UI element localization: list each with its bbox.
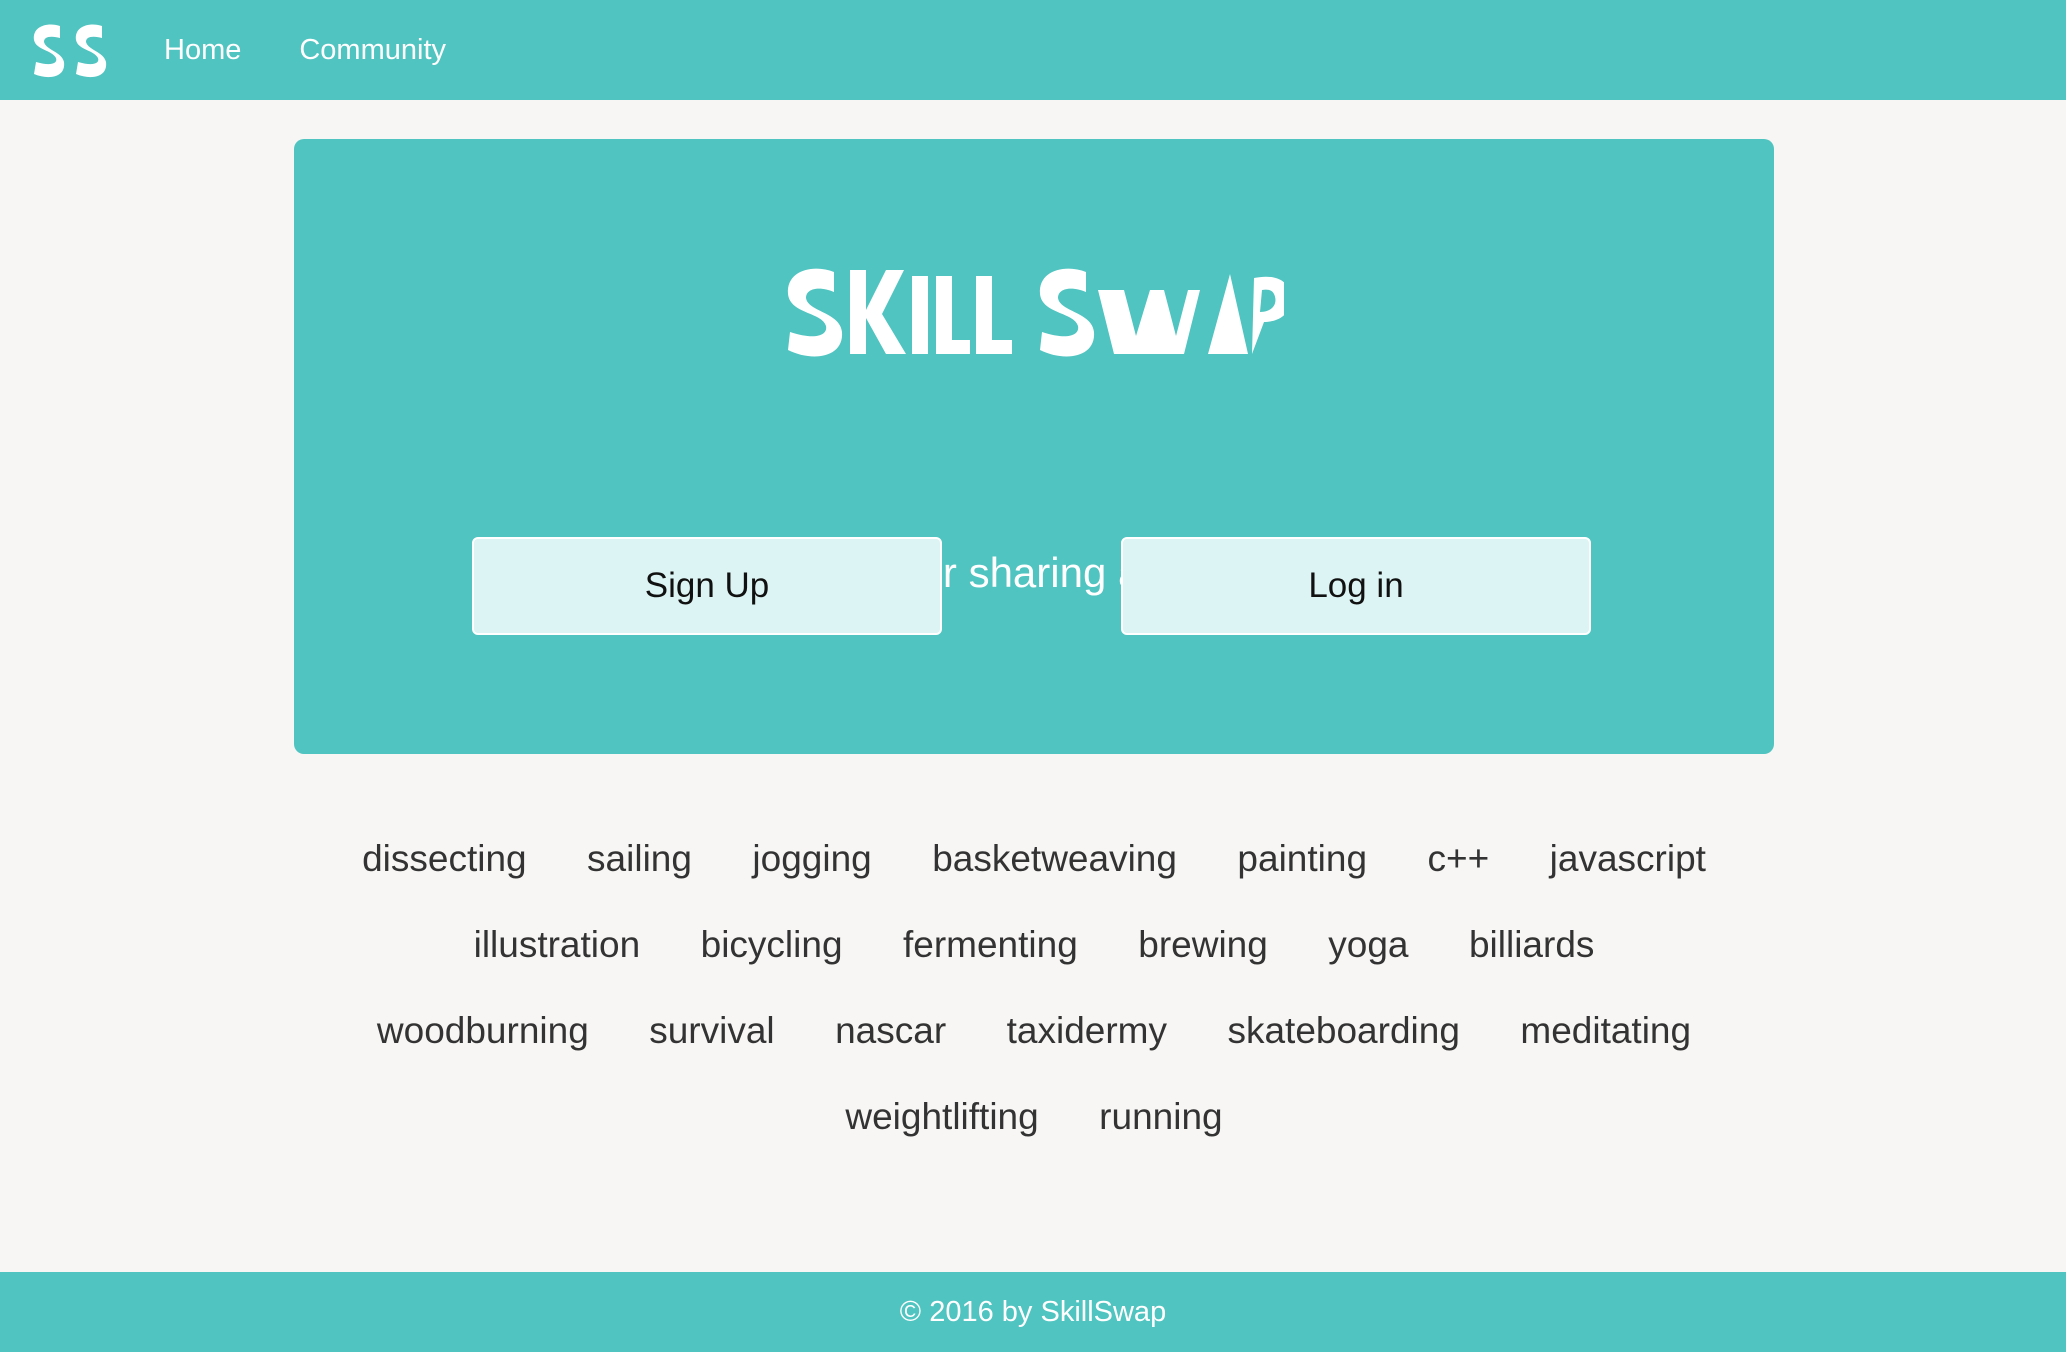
top-navbar: Home Community xyxy=(0,0,2066,100)
skill-link[interactable]: running xyxy=(1099,1078,1222,1156)
skill-link[interactable]: brewing xyxy=(1138,906,1268,984)
skill-link[interactable]: nascar xyxy=(835,992,946,1070)
skill-link[interactable]: dissecting xyxy=(362,820,527,898)
page-footer: © 2016 by SkillSwap xyxy=(0,1272,2066,1352)
skill-link[interactable]: sailing xyxy=(587,820,692,898)
skill-link[interactable]: javascript xyxy=(1550,820,1706,898)
skill-link[interactable]: billiards xyxy=(1469,906,1594,984)
skill-link[interactable]: taxidermy xyxy=(1007,992,1167,1070)
skill-link[interactable]: basketweaving xyxy=(932,820,1177,898)
nav-logo[interactable] xyxy=(30,18,108,82)
skill-link[interactable]: skateboarding xyxy=(1227,992,1459,1070)
hero-panel: A platform for sharing and learning. Sig… xyxy=(294,139,1774,754)
nav-home-link[interactable]: Home xyxy=(164,34,241,67)
skill-link[interactable]: fermenting xyxy=(903,906,1078,984)
skill-link[interactable]: yoga xyxy=(1328,906,1408,984)
skill-link[interactable]: c++ xyxy=(1427,820,1489,898)
nav-community-link[interactable]: Community xyxy=(299,34,446,67)
skill-swap-logo xyxy=(787,268,1284,357)
skills-list: dissecting sailing jogging basketweaving… xyxy=(294,820,1774,1164)
skill-link[interactable]: jogging xyxy=(752,820,871,898)
footer-copyright: © 2016 by SkillSwap xyxy=(899,1295,1167,1328)
skill-link[interactable]: bicycling xyxy=(701,906,843,984)
log-in-button[interactable]: Log in xyxy=(1121,537,1591,635)
ss-logo-icon xyxy=(33,24,107,78)
skill-link[interactable]: meditating xyxy=(1520,992,1691,1070)
skill-link[interactable]: survival xyxy=(649,992,774,1070)
skill-link[interactable]: weightlifting xyxy=(845,1078,1038,1156)
sign-up-button[interactable]: Sign Up xyxy=(472,537,942,635)
skill-link[interactable]: woodburning xyxy=(377,992,589,1070)
skill-link[interactable]: painting xyxy=(1237,820,1367,898)
skill-link[interactable]: illustration xyxy=(474,906,641,984)
